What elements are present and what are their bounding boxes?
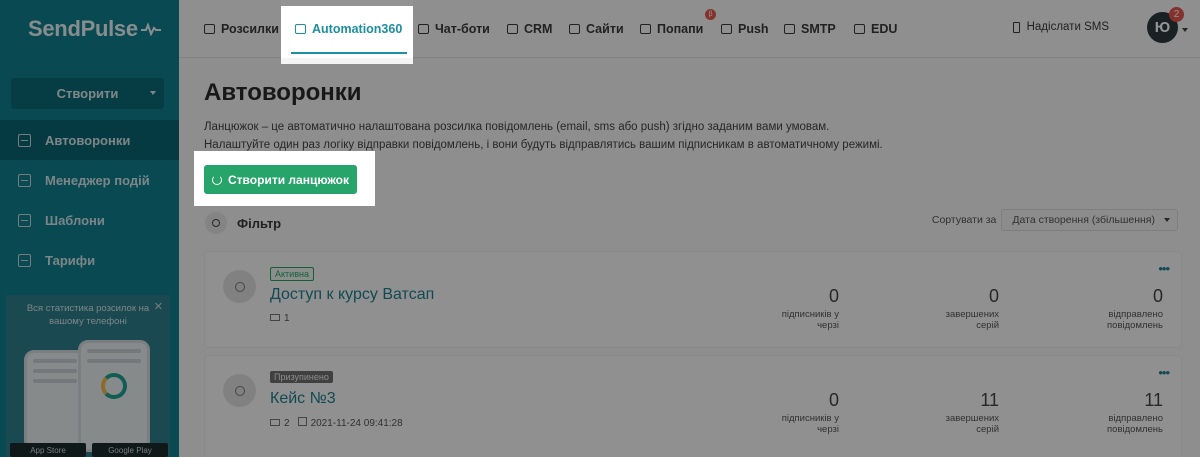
google-play-button[interactable]: Google Play: [92, 443, 168, 457]
tab-sites[interactable]: Сайти: [569, 0, 624, 58]
automation-icon: [295, 24, 306, 34]
sidebar-nav: Автоворонки Менеджер подій Шаблони Тариф…: [0, 120, 179, 280]
mail-icon: [204, 24, 215, 34]
phone-mockup-image: [24, 350, 86, 450]
chat-icon: [418, 24, 429, 34]
main-content: Автоворонки Ланцюжок – це автоматично на…: [179, 59, 1200, 457]
bell-icon: [721, 24, 732, 34]
sort-label: Сортувати за: [931, 214, 997, 226]
more-options-icon[interactable]: •••: [1158, 261, 1170, 276]
mobile-app-promo: ✕ Вся статистика розсилок на вашому теле…: [6, 295, 170, 457]
flow-card[interactable]: Активна Доступ к курсу Ватсап 1 0 підпис…: [204, 251, 1182, 348]
graduation-icon: [854, 24, 865, 34]
send-sms-link[interactable]: Надіслати SMS: [1012, 0, 1109, 54]
more-options-icon[interactable]: •••: [1158, 365, 1170, 380]
sort-control: Сортувати за Дата створення (збільшення): [932, 209, 1178, 231]
active-tab-indicator: [291, 52, 407, 54]
sidebar-item-events[interactable]: Менеджер подій: [0, 160, 179, 200]
templates-icon: [18, 213, 31, 227]
phone-mockup-image: [78, 340, 150, 452]
flow-avatar-icon: [223, 374, 256, 407]
tab-crm[interactable]: CRM: [507, 0, 552, 58]
tab-campaigns[interactable]: Розсилки: [204, 0, 279, 58]
create-chain-button[interactable]: Створити ланцюжок: [204, 165, 357, 194]
sidebar-item-label: Менеджер подій: [45, 172, 150, 188]
flow-avatar-icon: [223, 270, 256, 303]
chevron-down-icon: [150, 91, 156, 95]
pricing-icon: [18, 253, 31, 267]
tab-automation360[interactable]: Automation360: [281, 0, 413, 58]
sidebar: SendPulse Створити Автоворонки Менеджер …: [0, 0, 179, 457]
envelope-icon: [270, 314, 280, 321]
stat-queue: 0 підписників у черзі: [781, 390, 839, 435]
sidebar-item-templates[interactable]: Шаблони: [0, 200, 179, 240]
tab-edu[interactable]: EDU: [854, 0, 897, 58]
sidebar-item-label: Автоворонки: [45, 132, 131, 148]
events-icon: [18, 173, 31, 187]
page-description: Ланцюжок – це автоматично налаштована ро…: [204, 121, 883, 151]
tab-popups[interactable]: Попапи: [640, 0, 703, 58]
tab-chatbots[interactable]: Чат-боти: [418, 0, 490, 58]
flow-title-link[interactable]: Кейс №3: [270, 390, 336, 408]
sidebar-item-label: Тарифи: [45, 252, 96, 268]
tab-push[interactable]: Push: [721, 0, 769, 58]
chevron-down-icon[interactable]: [1182, 28, 1188, 32]
flow-icon: [212, 174, 223, 185]
site-icon: [569, 24, 580, 34]
sidebar-item-funnels[interactable]: Автоворонки: [0, 120, 179, 160]
flow-meta: 1: [270, 313, 290, 324]
sidebar-item-pricing[interactable]: Тарифи: [0, 240, 179, 280]
close-icon[interactable]: ✕: [154, 300, 163, 313]
crm-icon: [507, 24, 518, 34]
chevron-down-icon: [1164, 218, 1170, 222]
funnel-icon: [18, 133, 31, 147]
envelope-icon: [270, 418, 280, 426]
logo-text: SendPulse: [28, 16, 138, 41]
pulse-icon: [140, 22, 161, 36]
filter-button[interactable]: Фільтр: [205, 212, 281, 234]
notification-badge: 2: [1169, 7, 1184, 22]
stat-completed: 0 завершених серій: [945, 286, 999, 331]
sort-select[interactable]: Дата створення (збільшення): [1001, 209, 1178, 231]
calendar-icon: [297, 417, 307, 426]
flow-title-link[interactable]: Доступ к курсу Ватсап: [270, 286, 434, 304]
page-title: Автоворонки: [204, 79, 362, 106]
tab-smtp[interactable]: SMTP: [784, 0, 836, 58]
logo[interactable]: SendPulse: [0, 0, 179, 58]
status-badge: Активна: [270, 267, 314, 281]
beta-badge: β: [705, 9, 716, 20]
stat-sent: 11 відправлено повідомлень: [1107, 390, 1163, 435]
sidebar-create-button[interactable]: Створити: [11, 78, 164, 109]
promo-text: Вся статистика розсилок на вашому телефо…: [26, 303, 150, 327]
top-navigation: Розсилки Automation360 Чат-боти CRM Сайт…: [179, 0, 1200, 58]
sidebar-item-label: Шаблони: [45, 212, 105, 228]
create-label: Створити: [56, 86, 119, 101]
status-badge: Призупинено: [270, 371, 333, 383]
popup-icon: [640, 24, 651, 34]
code-icon: [784, 24, 795, 34]
flow-card[interactable]: Призупинено Кейс №3 2 2021-11-24 09:41:2…: [204, 355, 1182, 457]
search-icon: [205, 212, 227, 234]
phone-icon: [1012, 21, 1020, 33]
stat-queue: 0 підписників у черзі: [781, 286, 839, 331]
store-badges: App Store Google Play: [6, 443, 170, 457]
stat-sent: 0 відправлено повідомлень: [1107, 286, 1163, 331]
flow-meta: 2 2021-11-24 09:41:28: [270, 417, 403, 429]
stat-completed: 11 завершених серій: [945, 390, 999, 435]
app-store-button[interactable]: App Store: [10, 443, 86, 457]
